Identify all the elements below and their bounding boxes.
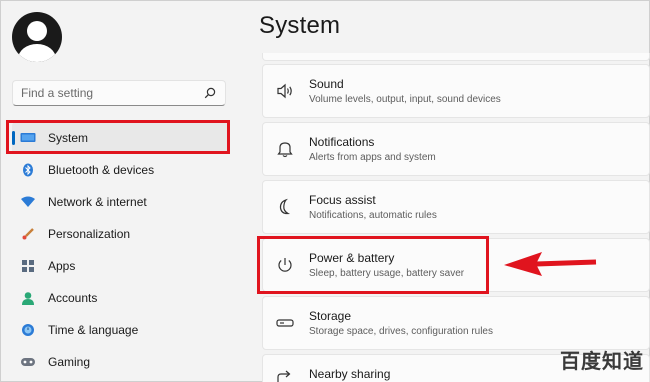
brush-icon <box>20 226 36 242</box>
search-input[interactable] <box>21 86 203 100</box>
sidebar-item-time-language[interactable]: Time & language <box>12 314 228 346</box>
search-icon[interactable] <box>203 86 217 100</box>
red-arrow-icon <box>504 252 597 276</box>
wifi-icon <box>20 194 36 210</box>
avatar-body <box>18 44 56 62</box>
card-title: Nearby sharing <box>309 367 391 381</box>
card-title: Notifications <box>309 135 375 149</box>
card-focus-assist[interactable]: Focus assist Notifications, automatic ru… <box>262 180 650 234</box>
card-notifications[interactable]: Notifications Alerts from apps and syste… <box>262 122 650 176</box>
search-box[interactable] <box>12 80 226 106</box>
avatar-head <box>27 21 47 41</box>
sidebar-item-apps[interactable]: Apps <box>12 250 228 282</box>
sidebar-item-label: Gaming <box>48 355 91 369</box>
sidebar-item-label: Bluetooth & devices <box>48 163 155 177</box>
sidebar-item-personalization[interactable]: Personalization <box>12 218 228 250</box>
bluetooth-icon <box>20 162 36 178</box>
card-storage[interactable]: Storage Storage space, drives, configura… <box>262 296 650 350</box>
speaker-icon <box>275 81 295 101</box>
globe-clock-icon <box>20 322 36 338</box>
share-icon <box>275 367 295 382</box>
main-content: System Sound Volume levels, output, inpu… <box>250 0 650 382</box>
moon-icon <box>275 197 295 217</box>
sidebar-item-network[interactable]: Network & internet <box>12 186 228 218</box>
card-title: Storage <box>309 309 352 323</box>
sidebar-item-accounts[interactable]: Accounts <box>12 282 228 314</box>
highlight-box-power <box>257 236 489 294</box>
highlight-box-system <box>6 120 230 154</box>
card-subtitle: Volume levels, output, input, sound devi… <box>309 94 501 105</box>
sidebar-item-label: Accounts <box>48 291 98 305</box>
page-title: System <box>259 12 341 39</box>
card-subtitle: Alerts from apps and system <box>309 152 436 163</box>
sidebar-item-label: Time & language <box>48 323 139 337</box>
gamepad-icon <box>20 354 36 370</box>
card-title: Sound <box>309 77 344 91</box>
card-partial <box>262 53 650 61</box>
avatar[interactable] <box>12 12 62 62</box>
sidebar-item-label: Personalization <box>48 227 131 241</box>
card-sound[interactable]: Sound Volume levels, output, input, soun… <box>262 64 650 118</box>
sidebar-item-gaming[interactable]: Gaming <box>12 346 228 378</box>
drive-icon <box>275 313 295 333</box>
sidebar-item-bluetooth[interactable]: Bluetooth & devices <box>12 154 228 186</box>
bell-icon <box>275 139 295 159</box>
accounts-icon <box>20 290 36 306</box>
card-subtitle: Storage space, drives, configuration rul… <box>309 326 493 337</box>
card-title: Focus assist <box>309 193 376 207</box>
sidebar-nav: System Bluetooth & devices Network & int… <box>12 122 228 378</box>
sidebar-item-label: Apps <box>48 259 76 273</box>
sidebar: System Bluetooth & devices Network & int… <box>0 0 240 382</box>
apps-icon <box>20 258 36 274</box>
card-subtitle: Notifications, automatic rules <box>309 210 437 221</box>
sidebar-item-label: Network & internet <box>48 195 147 209</box>
watermark-logo: 百度知道 <box>560 349 644 373</box>
